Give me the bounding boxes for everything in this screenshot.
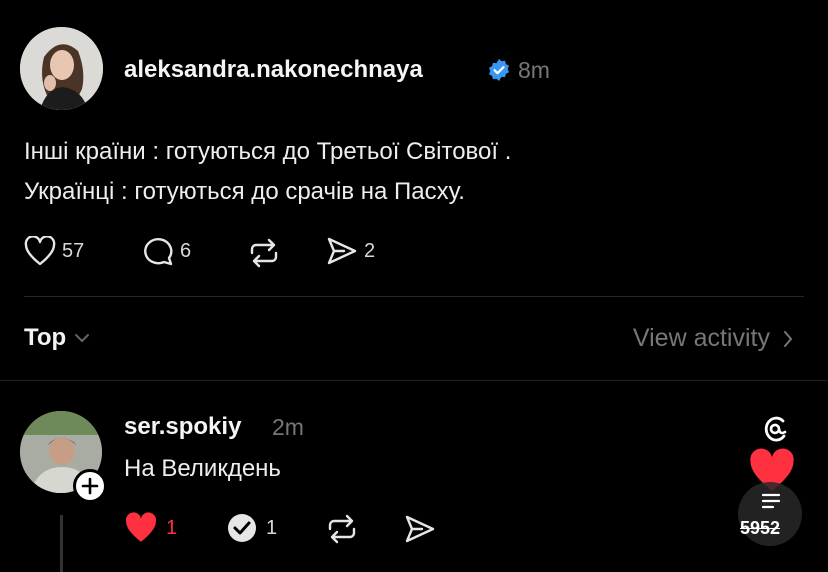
chevron-right-icon: [782, 330, 794, 348]
threads-logo-icon: [760, 412, 790, 444]
reply-repost-count-button[interactable]: 1: [226, 512, 277, 544]
heart-filled-icon: [124, 512, 158, 544]
share-count: 2: [364, 239, 376, 262]
post-line-2: Українці : готуються до срачів на Пасху.: [24, 178, 465, 205]
reply-send-icon[interactable]: [404, 514, 436, 544]
chevron-down-icon: [74, 332, 90, 344]
share-button[interactable]: 2: [326, 236, 375, 266]
reply-repost-icon[interactable]: [324, 514, 360, 544]
follow-plus-button[interactable]: [73, 469, 107, 503]
reply-like-button[interactable]: 1: [124, 512, 177, 544]
reposted-check-icon: [226, 512, 258, 544]
view-activity-link[interactable]: View activity: [633, 324, 794, 353]
sort-dropdown[interactable]: Top: [24, 324, 90, 352]
reply-like-count: 1: [166, 516, 178, 539]
floating-count: 5952: [740, 518, 781, 538]
post-body: Інші країни : готуються до Третьої Світо…: [24, 132, 511, 212]
plus-icon: [81, 477, 99, 495]
author-username[interactable]: aleksandra.nakonechnaya: [124, 56, 423, 84]
reply-username[interactable]: ser.spokiy: [124, 413, 241, 441]
reply-repost-count: 1: [266, 516, 278, 539]
reply-button[interactable]: 6: [142, 236, 191, 266]
sort-label: Top: [24, 324, 67, 351]
reply-count: 6: [180, 239, 192, 262]
repost-icon[interactable]: [246, 238, 282, 268]
post-line-1: Інші країни : готуються до Третьої Світо…: [24, 138, 512, 165]
divider: [0, 380, 828, 381]
send-icon: [326, 236, 358, 266]
like-count: 57: [62, 239, 85, 262]
verified-badge-icon: [487, 58, 511, 82]
comment-icon: [142, 236, 174, 266]
like-button[interactable]: 57: [24, 236, 84, 266]
heart-icon: [24, 236, 56, 266]
reply-timestamp: 2m: [272, 414, 304, 440]
list-icon: [760, 492, 782, 510]
divider: [24, 296, 804, 297]
author-avatar[interactable]: [20, 27, 103, 110]
reply-body: На Великдень: [124, 455, 281, 482]
view-activity-label: View activity: [632, 324, 770, 352]
thread-line: [60, 515, 63, 572]
post-timestamp: 8m: [518, 57, 550, 83]
